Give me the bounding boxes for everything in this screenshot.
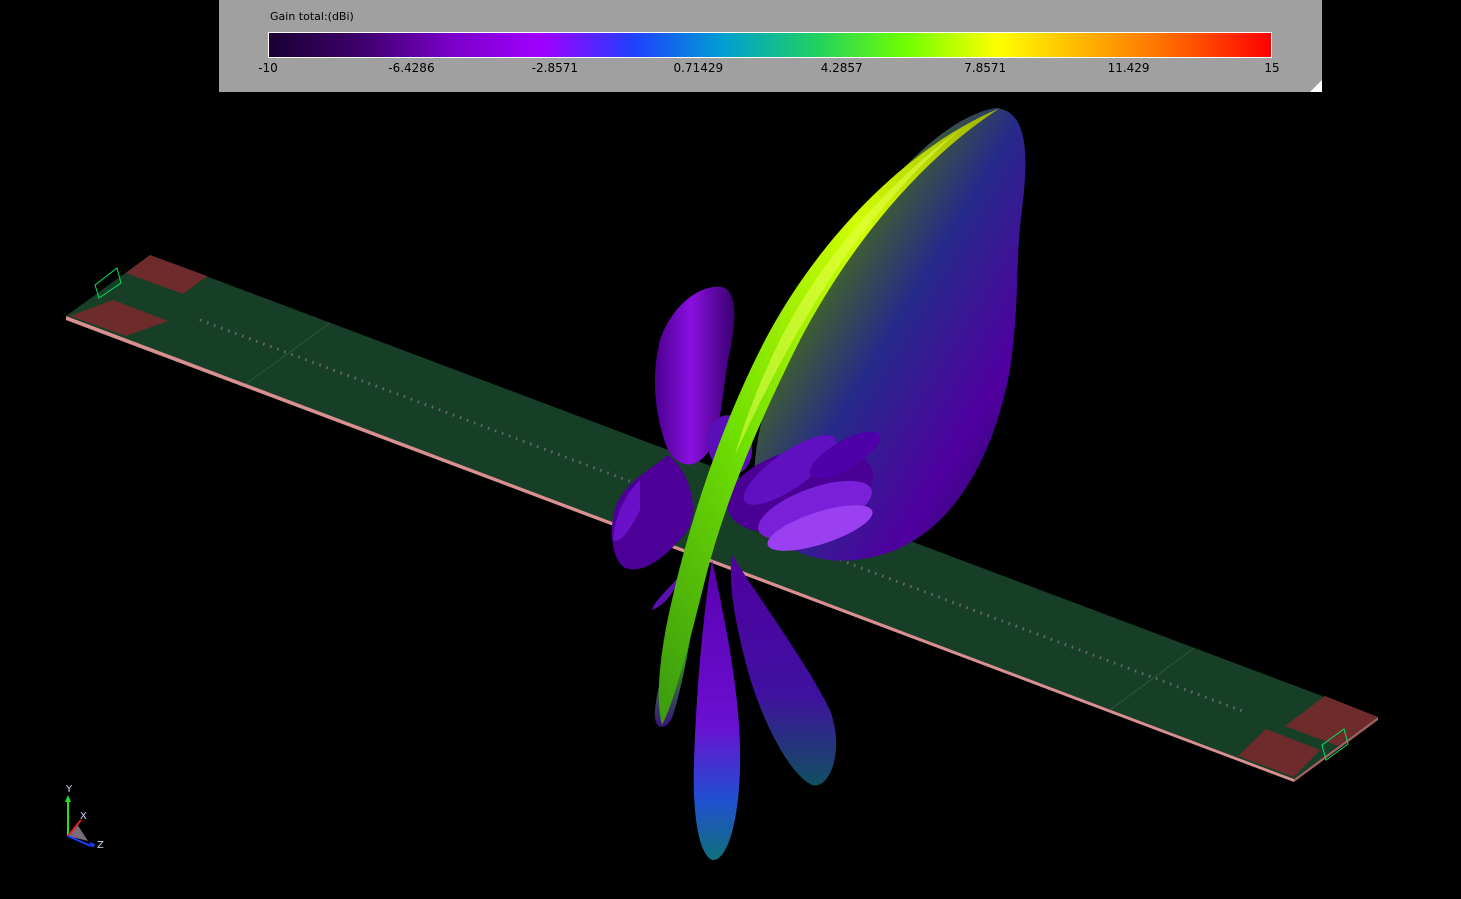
color-legend-panel[interactable]: Gain total:(dBi) -10 -6.4286 -2.8571 0.7142…: [219, 0, 1322, 92]
colorbar-tick-label: 0.71429: [673, 61, 724, 75]
3d-viewport[interactable]: Gain total:(dBi) -10 -6.4286 -2.8571 0.7142…: [0, 0, 1461, 899]
colorbar-tick-label: 15: [1264, 61, 1280, 75]
axis-label-x: X: [80, 811, 87, 822]
colorbar-tick-label: 11.429: [1107, 61, 1150, 75]
axis-label-y: Y: [66, 784, 73, 795]
axis-orientation-triad: Y X Z: [55, 784, 110, 856]
colorbar-tick-label: 7.8571: [964, 61, 1007, 75]
colorbar-tick-label: 4.2857: [820, 61, 863, 75]
axis-label-z: Z: [97, 840, 104, 851]
colorbar-tick-label: -6.4286: [388, 61, 435, 75]
colorbar-tick-label: -2.8571: [531, 61, 579, 75]
legend-title: Gain total:(dBi): [270, 10, 354, 23]
resize-grip-icon[interactable]: [1310, 80, 1322, 92]
colorbar: [268, 32, 1272, 58]
radiation-pattern-scene[interactable]: [0, 0, 1461, 899]
3d-radiation-pattern: [611, 108, 1026, 861]
lower-main-lobe: [693, 560, 741, 861]
colorbar-tick-label: -10: [258, 61, 278, 75]
